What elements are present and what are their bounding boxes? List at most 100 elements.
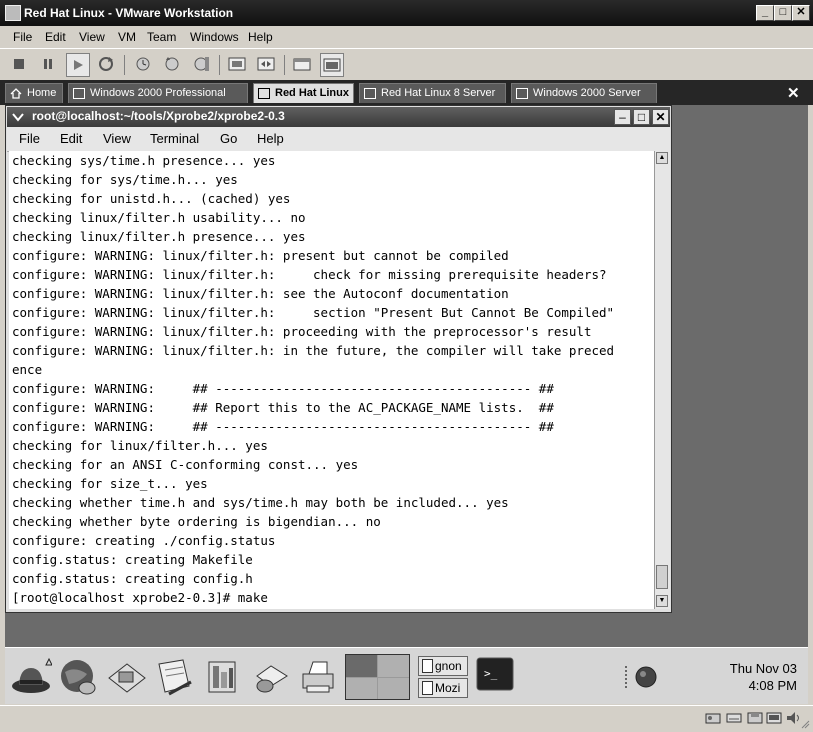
guest-desktop: root@localhost:~/tools/Xprobe2/xprobe2-0…: [5, 105, 808, 704]
terminal-line: [root@localhost xprobe2-0.3]# make: [12, 590, 268, 605]
terminal-line: checking for unistd.h... (cached) yes: [12, 191, 291, 206]
vm-icon: [516, 88, 528, 99]
terminal-close-button[interactable]: ✕: [652, 109, 669, 125]
workspace-2[interactable]: [378, 655, 409, 677]
window-menu-icon[interactable]: [12, 112, 24, 122]
terminal-menu-edit[interactable]: Edit: [60, 131, 82, 146]
full-screen-icon[interactable]: [226, 53, 248, 75]
cdrom-icon[interactable]: [726, 711, 742, 728]
toolbar-divider: [124, 55, 125, 75]
terminal-line: checking whether byte ordering is bigend…: [12, 514, 381, 529]
tab-label: Windows 2000 Professional: [90, 87, 226, 99]
tab-label: Windows 2000 Server: [533, 87, 641, 99]
menu-view[interactable]: View: [79, 30, 105, 44]
impress-icon[interactable]: [201, 656, 243, 698]
tab-home[interactable]: Home: [5, 83, 63, 103]
terminal-line: config.status: creating config.h: [12, 571, 253, 586]
menu-vm[interactable]: VM: [118, 30, 136, 44]
workspace-1[interactable]: [346, 655, 377, 677]
terminal-line: checking linux/filter.h usability... no: [12, 210, 306, 225]
resize-grip[interactable]: [800, 718, 810, 729]
snapshot-icon[interactable]: [132, 53, 154, 75]
terminal-line: configure: WARNING: linux/filter.h: proc…: [12, 324, 592, 339]
workspace-switcher[interactable]: [345, 654, 410, 700]
printer-icon[interactable]: [297, 656, 339, 698]
tab-windows-2000-server[interactable]: Windows 2000 Server: [511, 83, 657, 103]
menu-team[interactable]: Team: [147, 30, 176, 44]
terminal-menu-file[interactable]: File: [19, 131, 40, 146]
terminal-line: configure: WARNING: ## -----------------…: [12, 381, 554, 396]
terminal-menu-go[interactable]: Go: [220, 131, 237, 146]
terminal-line: configure: WARNING: ## -----------------…: [12, 419, 554, 434]
terminal-text: checking sys/time.h presence... yes check…: [9, 151, 654, 607]
gnome-panel: gnon Mozi >_ Thu Nov 03 4:08 PM: [5, 647, 808, 704]
power-on-icon[interactable]: [66, 53, 90, 77]
terminal-line: checking whether time.h and sys/time.h m…: [12, 495, 509, 510]
floppy-icon[interactable]: [747, 711, 763, 728]
toolbar-divider: [284, 55, 285, 75]
scroll-up-icon[interactable]: ▲: [656, 152, 668, 164]
email-icon[interactable]: [105, 656, 147, 698]
workspace-4[interactable]: [378, 677, 409, 699]
terminal-menubar: File Edit View Terminal Go Help: [7, 127, 670, 152]
workspace-3[interactable]: [346, 677, 377, 699]
vm-icon: [73, 88, 85, 99]
vmware-menubar: File Edit View VM Team Windows Help: [0, 26, 813, 48]
terminal-line: checking sys/time.h presence... yes: [12, 153, 276, 168]
revert-snapshot-icon[interactable]: [161, 53, 183, 75]
task-button-mozilla[interactable]: Mozi: [418, 678, 468, 698]
quick-switch-icon[interactable]: [255, 53, 277, 75]
close-button[interactable]: ✕: [792, 5, 810, 21]
calc-icon[interactable]: [249, 656, 291, 698]
terminal-output[interactable]: checking sys/time.h presence... yes check…: [9, 151, 654, 609]
terminal-launcher-icon[interactable]: >_: [475, 655, 515, 695]
task-button-gnome-terminal[interactable]: gnon: [418, 656, 468, 676]
window-icon: [422, 681, 433, 695]
vmware-toolbar: [0, 48, 813, 79]
terminal-line: configure: creating ./config.status: [12, 533, 276, 548]
terminal-menu-terminal[interactable]: Terminal: [150, 131, 199, 146]
terminal-line: configure: WARNING: linux/filter.h: pres…: [12, 248, 509, 263]
terminal-line: checking for size_t... yes: [12, 476, 208, 491]
terminal-line: configure: WARNING: linux/filter.h: in t…: [12, 343, 615, 358]
summary-view-icon[interactable]: [291, 53, 313, 75]
console-view-icon[interactable]: [320, 53, 344, 77]
terminal-minimize-button[interactable]: –: [614, 109, 631, 125]
tab-red-hat-linux-8-server[interactable]: Red Hat Linux 8 Server: [359, 83, 506, 103]
menu-edit[interactable]: Edit: [45, 30, 66, 44]
network-icon[interactable]: [766, 711, 782, 728]
panel-handle[interactable]: [625, 666, 631, 688]
web-browser-icon[interactable]: [57, 656, 99, 698]
close-tab-icon[interactable]: ✕: [787, 84, 800, 102]
tab-label: Red Hat Linux 8 Server: [381, 87, 496, 99]
minimize-button[interactable]: _: [756, 5, 774, 21]
maximize-button[interactable]: □: [774, 5, 792, 21]
task-label: gnon: [435, 659, 462, 673]
scroll-down-icon[interactable]: ▼: [656, 595, 668, 607]
tab-windows-2000-professional[interactable]: Windows 2000 Professional: [68, 83, 248, 103]
tab-red-hat-linux[interactable]: Red Hat Linux: [253, 83, 354, 103]
reset-icon[interactable]: [95, 53, 117, 75]
terminal-titlebar: root@localhost:~/tools/Xprobe2/xprobe2-0…: [7, 107, 670, 127]
clock-time: 4:08 PM: [748, 678, 797, 693]
red-hat-menu-icon[interactable]: [10, 656, 53, 698]
terminal-line: configure: WARNING: linux/filter.h: sect…: [12, 305, 615, 320]
terminal-menu-help[interactable]: Help: [257, 131, 284, 146]
menu-file[interactable]: File: [13, 30, 32, 44]
power-off-icon[interactable]: [8, 53, 30, 75]
writer-icon[interactable]: [153, 656, 195, 698]
vmware-titlebar: Red Hat Linux - VMware Workstation _ □ ✕: [0, 0, 813, 26]
vm-icon: [258, 88, 270, 99]
terminal-maximize-button[interactable]: □: [633, 109, 650, 125]
suspend-icon[interactable]: [37, 53, 59, 75]
terminal-menu-view[interactable]: View: [103, 131, 131, 146]
terminal-scrollbar[interactable]: ▲ ▼: [654, 151, 670, 609]
hard-disk-icon[interactable]: [705, 711, 721, 728]
update-notifier-icon[interactable]: [635, 666, 659, 693]
panel-clock[interactable]: Thu Nov 03 4:08 PM: [717, 660, 797, 694]
terminal-window: root@localhost:~/tools/Xprobe2/xprobe2-0…: [5, 105, 672, 613]
snapshot-manager-icon[interactable]: [190, 53, 212, 75]
menu-windows[interactable]: Windows: [190, 30, 239, 44]
scrollbar-thumb[interactable]: [656, 565, 668, 589]
menu-help[interactable]: Help: [248, 30, 273, 44]
